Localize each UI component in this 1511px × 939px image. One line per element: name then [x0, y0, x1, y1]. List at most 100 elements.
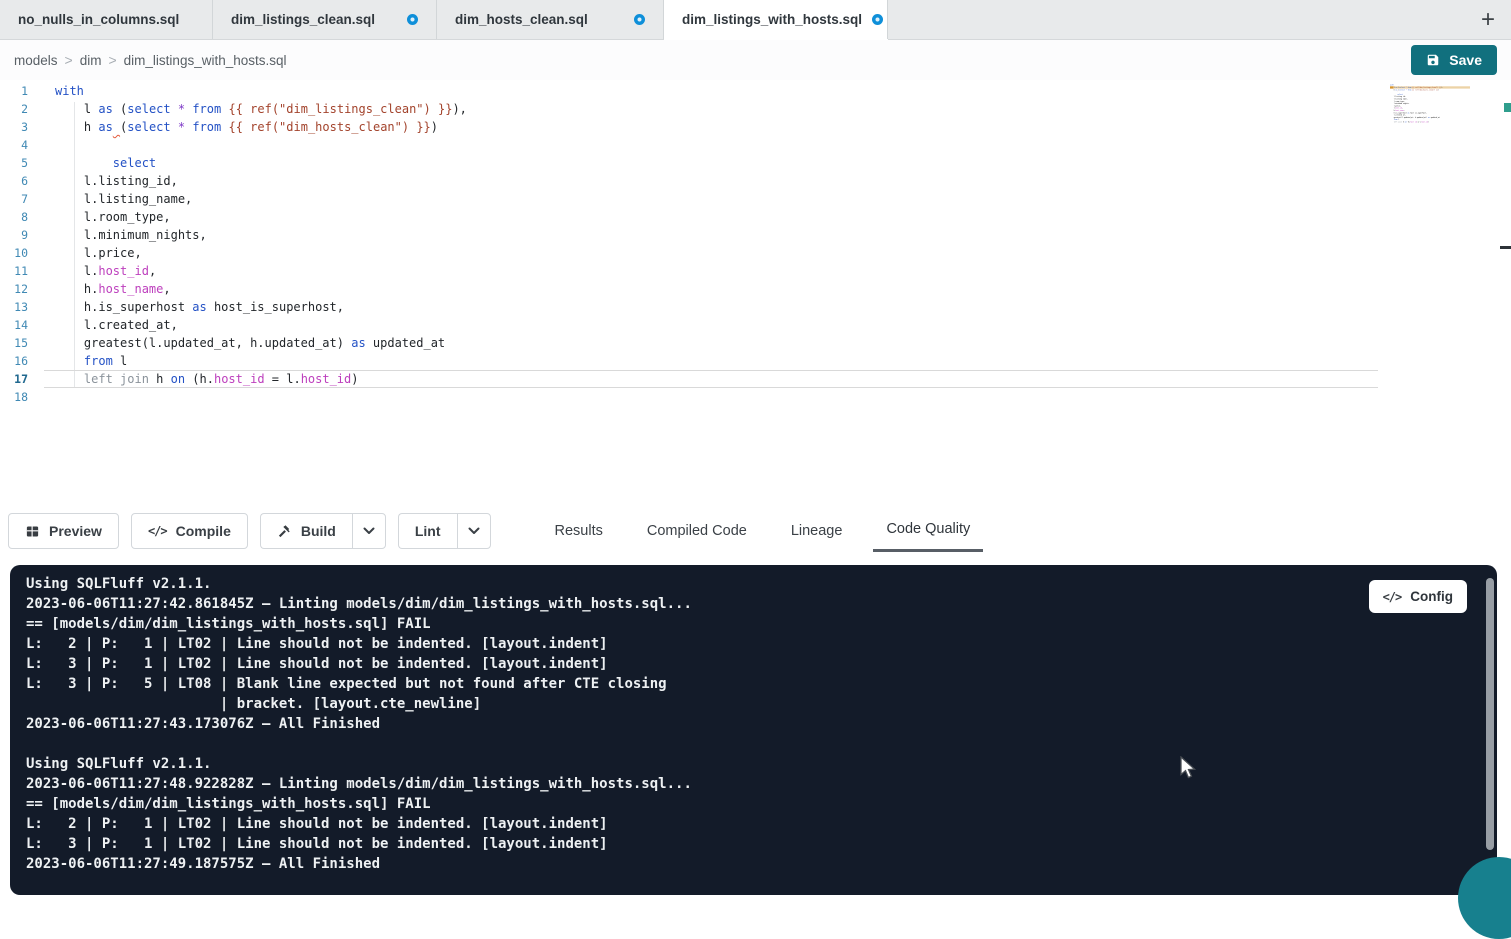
- terminal-line: == [models/dim/dim_listings_with_hosts.s…: [26, 614, 1497, 634]
- new-tab-button[interactable]: +: [1465, 0, 1511, 39]
- editor-tab[interactable]: dim_listings_clean.sql: [213, 0, 437, 39]
- code-line[interactable]: 17 left join h on (h.host_id = l.host_id…: [0, 370, 1511, 388]
- line-number: 2: [0, 100, 44, 118]
- code-line[interactable]: 10 l.price,: [0, 244, 1511, 262]
- code-line[interactable]: 8 l.room_type,: [0, 208, 1511, 226]
- save-icon: [1426, 53, 1440, 67]
- editor-tab[interactable]: dim_hosts_clean.sql: [437, 0, 664, 39]
- compile-label: Compile: [176, 523, 231, 539]
- config-label: Config: [1410, 589, 1453, 604]
- code-line[interactable]: 15 greatest(l.updated_at, h.updated_at) …: [0, 334, 1511, 352]
- code-line[interactable]: 6 l.listing_id,: [0, 172, 1511, 190]
- terminal-line: 2023-06-06T11:27:43.173076Z — All Finish…: [26, 714, 1497, 734]
- terminal-line: Using SQLFluff v2.1.1.: [26, 574, 1497, 594]
- overview-ruler-cursor-mark: [1500, 246, 1511, 249]
- code-lines: 1with2 l as (select * from {{ ref("dim_l…: [0, 82, 1511, 406]
- line-number: 11: [0, 262, 44, 280]
- line-content: l.created_at,: [44, 316, 178, 334]
- code-line[interactable]: 12 h.host_name,: [0, 280, 1511, 298]
- line-number: 17: [0, 370, 44, 388]
- line-content: h.host_name,: [44, 280, 171, 298]
- panel-tab-code-quality[interactable]: Code Quality: [880, 521, 976, 537]
- compile-button[interactable]: </> Compile: [131, 513, 248, 549]
- breadcrumb-separator-icon: >: [108, 52, 116, 68]
- preview-table-icon: [25, 524, 40, 539]
- minimap[interactable]: with l as (select * from {{ ref("dim_lis…: [1390, 84, 1470, 130]
- preview-button[interactable]: Preview: [8, 513, 119, 549]
- line-number: 4: [0, 136, 44, 154]
- terminal-scrollbar[interactable]: [1486, 578, 1494, 850]
- line-content: l.listing_name,: [44, 190, 192, 208]
- terminal-line: [26, 734, 1497, 754]
- code-line[interactable]: 4: [0, 136, 1511, 154]
- line-content: l.host_id,: [44, 262, 156, 280]
- line-content: left join h on (h.host_id = l.host_id): [44, 370, 359, 388]
- line-number: 9: [0, 226, 44, 244]
- line-content: greatest(l.updated_at, h.updated_at) as …: [44, 334, 445, 352]
- breadcrumb-item[interactable]: dim: [80, 53, 102, 68]
- tab-label: dim_hosts_clean.sql: [455, 12, 588, 27]
- save-label: Save: [1449, 52, 1482, 68]
- editor-tab[interactable]: dim_listings_with_hosts.sql: [664, 0, 888, 39]
- code-editor[interactable]: 1with2 l as (select * from {{ ref("dim_l…: [0, 80, 1511, 505]
- line-content: h.is_superhost as host_is_superhost,: [44, 298, 344, 316]
- build-label: Build: [301, 523, 336, 539]
- line-number: 15: [0, 334, 44, 352]
- code-line[interactable]: 5 select: [0, 154, 1511, 172]
- panel-tab-results[interactable]: Results: [549, 523, 609, 539]
- lint-dropdown-button[interactable]: [457, 513, 491, 549]
- code-line[interactable]: 16 from l: [0, 352, 1511, 370]
- code-line[interactable]: 14 l.created_at,: [0, 316, 1511, 334]
- breadcrumb-item[interactable]: dim_listings_with_hosts.sql: [124, 53, 287, 68]
- line-number: 12: [0, 280, 44, 298]
- config-button[interactable]: </> Config: [1369, 580, 1467, 613]
- terminal-line: L: 2 | P: 1 | LT02 | Line should not be …: [26, 814, 1497, 834]
- panel-tab-lineage[interactable]: Lineage: [785, 523, 849, 539]
- terminal: Using SQLFluff v2.1.1.2023-06-06T11:27:4…: [10, 565, 1497, 895]
- build-button[interactable]: Build: [260, 513, 352, 549]
- code-line[interactable]: 7 l.listing_name,: [0, 190, 1511, 208]
- line-number: 13: [0, 298, 44, 316]
- chevron-down-icon: [363, 527, 375, 535]
- save-button[interactable]: Save: [1411, 45, 1497, 75]
- terminal-line: Using SQLFluff v2.1.1.: [26, 754, 1497, 774]
- line-content: l.minimum_nights,: [44, 226, 207, 244]
- plus-icon: +: [1481, 6, 1495, 34]
- line-number: 10: [0, 244, 44, 262]
- tab-label: dim_listings_with_hosts.sql: [682, 12, 862, 27]
- terminal-line: == [models/dim/dim_listings_with_hosts.s…: [26, 794, 1497, 814]
- minimap-content: with l as (select * from {{ ref("dim_lis…: [1390, 84, 1470, 125]
- lint-button[interactable]: Lint: [398, 513, 457, 549]
- code-line[interactable]: 9 l.minimum_nights,: [0, 226, 1511, 244]
- breadcrumb-row: models>dim>dim_listings_with_hosts.sql S…: [0, 40, 1511, 80]
- code-line[interactable]: 1with: [0, 82, 1511, 100]
- editor-tab[interactable]: no_nulls_in_columns.sql: [0, 0, 213, 39]
- panel-tab-compiled-code[interactable]: Compiled Code: [641, 523, 753, 539]
- terminal-wrap: Using SQLFluff v2.1.1.2023-06-06T11:27:4…: [0, 557, 1511, 895]
- hammer-icon: [277, 524, 292, 539]
- code-icon: </>: [148, 524, 167, 538]
- code-line[interactable]: 11 l.host_id,: [0, 262, 1511, 280]
- build-dropdown-button[interactable]: [352, 513, 386, 549]
- line-number: 5: [0, 154, 44, 172]
- file-tab-bar: no_nulls_in_columns.sql dim_listings_clea…: [0, 0, 1511, 40]
- line-content: l.room_type,: [44, 208, 171, 226]
- tab-label: dim_listings_clean.sql: [231, 12, 375, 27]
- line-number: 1: [0, 82, 44, 100]
- terminal-line: L: 3 | P: 1 | LT02 | Line should not be …: [26, 654, 1497, 674]
- terminal-line: | bracket. [layout.cte_newline]: [26, 694, 1497, 714]
- line-content: l.listing_id,: [44, 172, 178, 190]
- terminal-line: L: 3 | P: 5 | LT08 | Blank line expected…: [26, 674, 1497, 694]
- code-line[interactable]: 3 h as (select * from {{ ref("dim_hosts_…: [0, 118, 1511, 136]
- terminal-line: 2023-06-06T11:27:48.922828Z — Linting mo…: [26, 774, 1497, 794]
- line-content: from l: [44, 352, 127, 370]
- unsaved-changes-dot-icon: [407, 14, 418, 25]
- lint-split-button: Lint: [398, 513, 491, 549]
- breadcrumb-item[interactable]: models: [14, 53, 58, 68]
- code-line[interactable]: 13 h.is_superhost as host_is_superhost,: [0, 298, 1511, 316]
- terminal-line: L: 3 | P: 1 | LT02 | Line should not be …: [26, 834, 1497, 854]
- code-line[interactable]: 2 l as (select * from {{ ref("dim_listin…: [0, 100, 1511, 118]
- tab-bar-tabs: no_nulls_in_columns.sql dim_listings_clea…: [0, 0, 888, 39]
- line-number: 7: [0, 190, 44, 208]
- code-line[interactable]: 18: [0, 388, 1511, 406]
